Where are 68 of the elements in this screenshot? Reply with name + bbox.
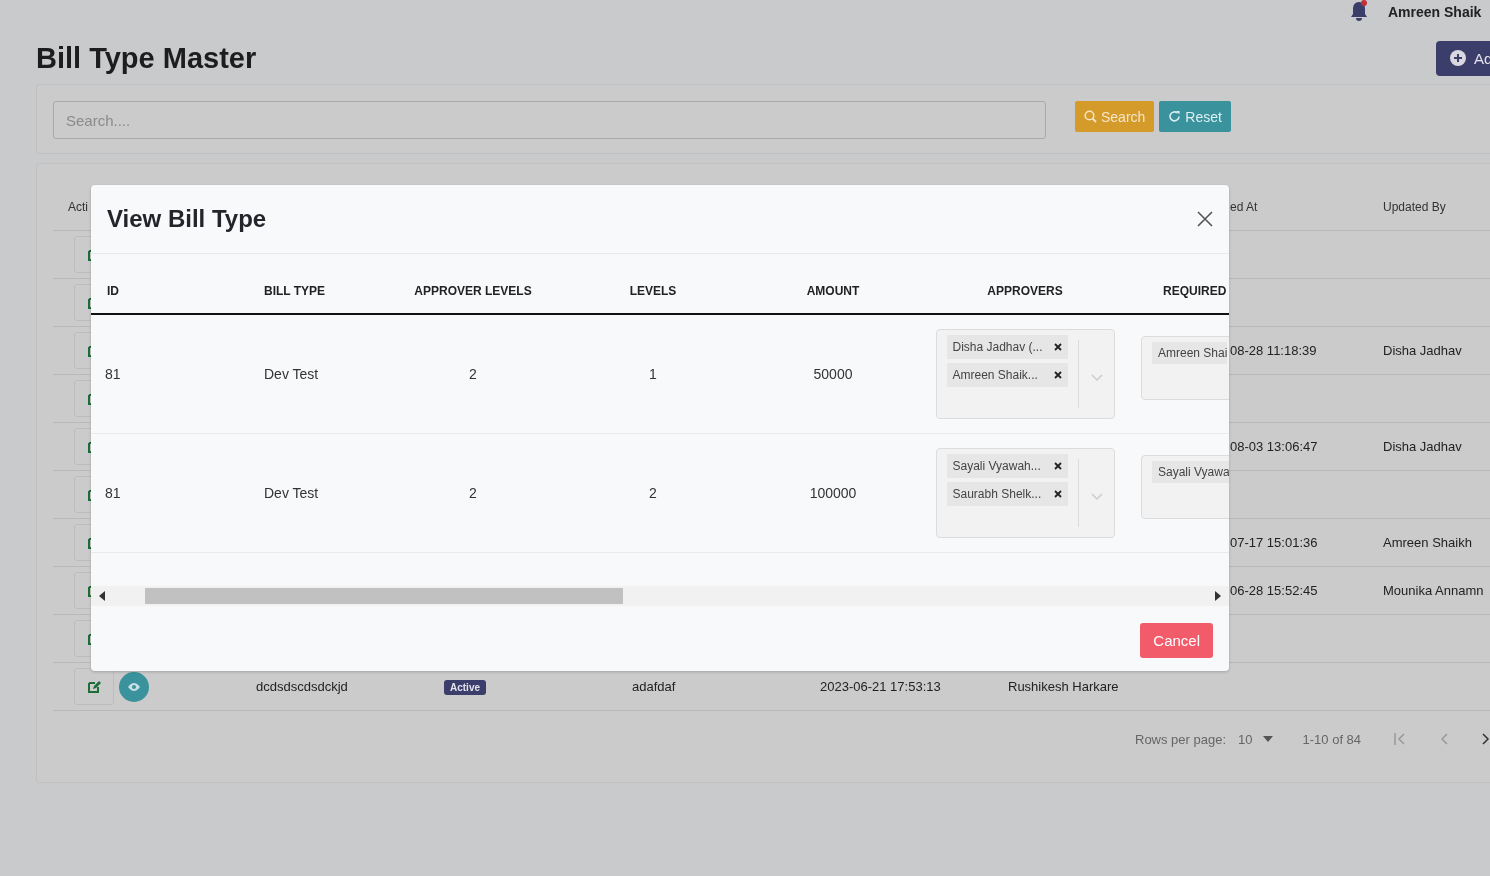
- bell-icon[interactable]: [1348, 0, 1370, 22]
- column-header: AMOUNT: [806, 283, 860, 298]
- approver-chip[interactable]: Disha Jadhav (...: [946, 335, 1068, 359]
- table-cell-text: 08-28 11:18:39: [1230, 343, 1318, 358]
- table-cell: 2: [649, 485, 657, 501]
- column-header: APPROVERS: [987, 283, 1063, 298]
- approver-chip[interactable]: Saurabh Shelk...: [946, 482, 1068, 506]
- page-title: Bill Type Master: [36, 41, 258, 75]
- table-cell: 2: [469, 366, 477, 382]
- modal-title: View Bill Type: [107, 205, 268, 233]
- table-cell: Dev Test: [264, 366, 319, 382]
- scrollbar-thumb[interactable]: [145, 588, 623, 604]
- column-header: ed At: [1230, 200, 1259, 214]
- scroll-right-icon[interactable]: [1215, 591, 1221, 601]
- required-select[interactable]: Sayali Vyawa: [1141, 455, 1229, 519]
- column-header: LEVELS: [629, 283, 677, 298]
- plus-circle-icon: [1450, 50, 1466, 66]
- remove-icon[interactable]: [1053, 462, 1062, 470]
- rows-per-page-select[interactable]: 10: [1238, 731, 1273, 747]
- scroll-left-icon[interactable]: [99, 591, 105, 601]
- required-select[interactable]: Amreen Shai: [1141, 336, 1229, 400]
- approver-chip[interactable]: Sayali Vyawah...: [946, 454, 1068, 478]
- eye-icon: [127, 681, 141, 692]
- table-cell-text: 08-03 13:06:47: [1230, 439, 1319, 454]
- column-header: APPROVER LEVELS: [414, 283, 532, 298]
- column-header: REQUIRED: [1162, 283, 1228, 298]
- required-chip: Amreen Shai: [1152, 342, 1228, 364]
- next-page-icon[interactable]: [1481, 732, 1490, 746]
- caret-icon: [1262, 736, 1273, 742]
- approvers-select[interactable]: Sayali Vyawah... Saurabh Shelk...: [935, 448, 1115, 538]
- table-cell-text: Amreen Shaikh: [1383, 535, 1473, 550]
- column-header: ID: [106, 283, 120, 298]
- table-cell: 2: [469, 485, 477, 501]
- table-cell-text: 2023-06-21 17:53:13: [820, 679, 942, 694]
- table-cell-text: Disha Jadhav: [1383, 439, 1463, 454]
- view-button[interactable]: [119, 671, 149, 702]
- approvers-select[interactable]: Disha Jadhav (... Amreen Shaik...: [935, 329, 1115, 419]
- table-cell: 50000: [813, 366, 853, 382]
- column-header: Acti: [67, 200, 89, 214]
- table-cell-text: dcdsdscdsdckjd: [256, 679, 349, 694]
- approver-chip[interactable]: Amreen Shaik...: [946, 363, 1068, 387]
- table-cell: Dev Test: [264, 485, 319, 501]
- required-chip: Sayali Vyawa: [1152, 461, 1229, 483]
- column-header: BILL TYPE: [263, 283, 327, 298]
- status-badge: Active: [444, 680, 486, 695]
- table-cell-text: 07-17 15:01:36: [1230, 535, 1319, 550]
- remove-icon[interactable]: [1053, 490, 1062, 498]
- user-name[interactable]: Amreen Shaik: [1388, 4, 1482, 20]
- remove-icon[interactable]: [1053, 343, 1062, 351]
- refresh-icon: [1168, 110, 1182, 123]
- rows-per-page-label: Rows per page:: [1135, 731, 1227, 747]
- column-header: Updated By: [1383, 200, 1447, 214]
- table-cell: 81: [105, 485, 121, 501]
- table-cell: 100000: [809, 485, 857, 501]
- search-field[interactable]: Search....: [53, 101, 1046, 139]
- table-cell-text: adafdaf: [632, 679, 677, 694]
- search-icon: [1084, 110, 1097, 123]
- page-range: 1-10 of 84: [1302, 731, 1362, 747]
- remove-icon[interactable]: [1053, 371, 1062, 379]
- table-cell: 81: [105, 366, 121, 382]
- horizontal-scrollbar[interactable]: [91, 586, 1229, 606]
- table-cell: 1: [649, 366, 657, 382]
- table-cell-text: 06-28 15:52:45: [1230, 583, 1319, 598]
- table-cell-text: Disha Jadhav: [1383, 343, 1463, 358]
- table-cell-text: Rushikesh Harkare: [1008, 679, 1120, 694]
- table-cell-text: Mounika Annamn: [1383, 583, 1485, 598]
- edit-button[interactable]: [74, 668, 114, 705]
- close-icon[interactable]: [1197, 211, 1213, 227]
